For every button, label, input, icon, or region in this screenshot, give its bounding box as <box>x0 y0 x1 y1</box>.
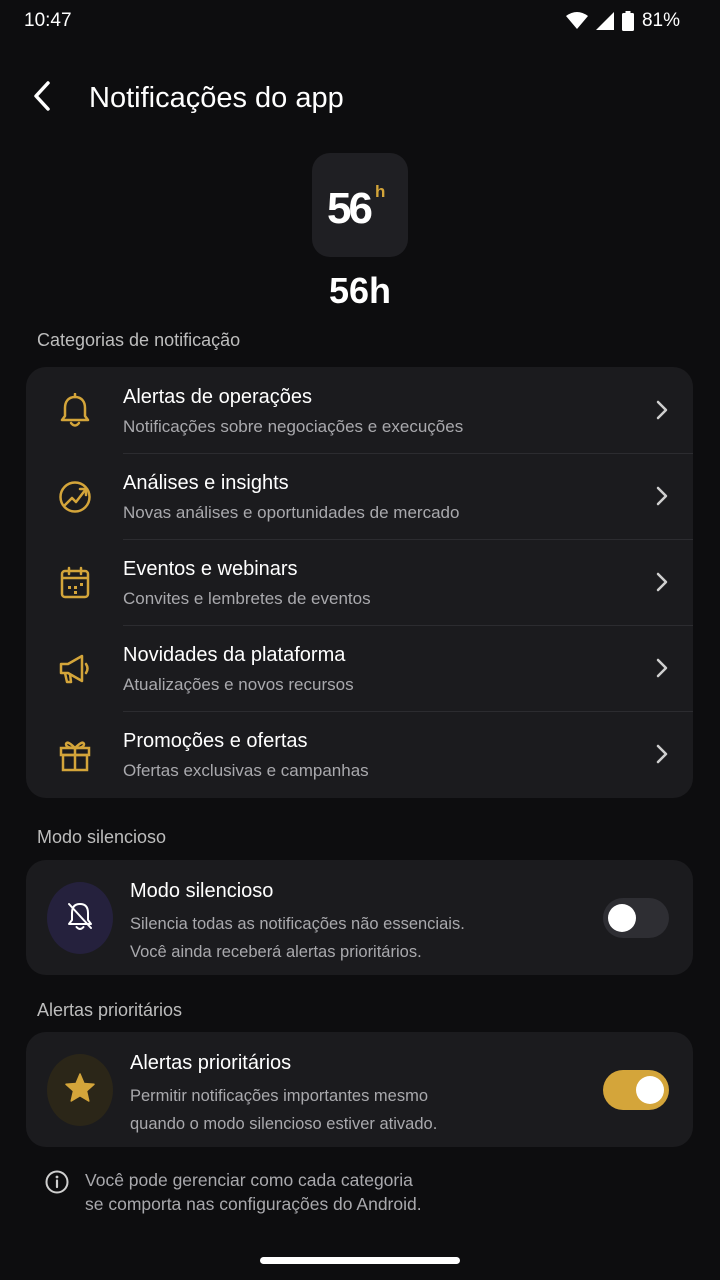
priority-alerts-desc-line2: quando o modo silencioso estiver ativado… <box>130 1115 438 1133</box>
silent-mode-description: Silencia todas as notificações não essen… <box>130 910 465 966</box>
app-logo: 56 h <box>312 153 408 257</box>
bell-icon <box>56 392 94 430</box>
priority-alerts-icon-bg <box>47 1054 113 1126</box>
category-row-events[interactable]: Eventos e webinars Convites e lembretes … <box>26 539 693 625</box>
priority-alerts-card: Alertas prioritários Permitir notificaçõ… <box>26 1032 693 1147</box>
battery-icon <box>621 11 634 31</box>
silent-mode-icon-bg <box>47 882 113 954</box>
battery-percent: 81% <box>641 10 680 31</box>
status-icons: 81% <box>565 10 680 32</box>
status-bar: 10:47 81% <box>0 0 720 42</box>
chevron-right-icon <box>653 744 671 764</box>
notification-settings-screen: 10:47 81% Notificações do app 56 h 56h C… <box>0 0 720 1280</box>
info-icon <box>45 1170 69 1194</box>
home-indicator[interactable] <box>260 1257 460 1264</box>
category-row-insights[interactable]: Análises e insights Novas análises e opo… <box>26 453 693 539</box>
info-note: Você pode gerenciar como cada categoria … <box>45 1168 685 1216</box>
chevron-right-icon <box>653 400 671 420</box>
priority-alerts-toggle[interactable] <box>603 1070 669 1110</box>
priority-alerts-section-label: Alertas prioritários <box>37 1000 183 1020</box>
priority-alerts-description: Permitir notificações importantes mesmo … <box>130 1082 437 1138</box>
category-row-promotions[interactable]: Promoções e ofertas Ofertas exclusivas e… <box>26 711 693 797</box>
silent-mode-title: Modo silencioso <box>130 880 274 902</box>
category-title: Promoções e ofertas <box>123 730 308 752</box>
info-line2: se comporta nas configurações do Android… <box>85 1194 422 1214</box>
category-subtitle: Novas análises e oportunidades de mercad… <box>123 503 460 522</box>
status-time: 10:47 <box>24 10 72 31</box>
toggle-knob <box>636 1076 664 1104</box>
info-line1: Você pode gerenciar como cada categoria <box>85 1170 413 1190</box>
app-name: 56h <box>328 270 392 311</box>
page-title: Notificações do app <box>89 81 344 114</box>
category-row-trade-alerts[interactable]: Alertas de operações Notificações sobre … <box>26 367 693 453</box>
info-text: Você pode gerenciar como cada categoria … <box>85 1168 422 1216</box>
app-bar: Notificações do app <box>0 68 720 128</box>
gift-icon <box>56 736 94 774</box>
categories-card: Alertas de operações Notificações sobre … <box>26 367 693 798</box>
category-row-platform-news[interactable]: Novidades da plataforma Atualizações e n… <box>26 625 693 711</box>
chevron-right-icon <box>653 572 671 592</box>
silent-mode-toggle[interactable] <box>603 898 669 938</box>
priority-alerts-desc-line1: Permitir notificações importantes mesmo <box>130 1087 429 1105</box>
bell-off-icon <box>65 900 95 937</box>
categories-section-label: Categorias de notificação <box>37 330 241 350</box>
category-subtitle: Atualizações e novos recursos <box>123 675 354 694</box>
star-icon <box>64 1072 96 1109</box>
silent-mode-desc-line1: Silencia todas as notificações não essen… <box>130 915 465 933</box>
toggle-knob <box>608 904 636 932</box>
chevron-right-icon <box>653 658 671 678</box>
silent-mode-desc-line2: Você ainda receberá alertas prioritários… <box>130 943 422 961</box>
category-title: Novidades da plataforma <box>123 644 346 666</box>
app-logo-sup: h <box>375 182 385 201</box>
category-title: Alertas de operações <box>123 386 313 408</box>
megaphone-icon <box>56 650 94 688</box>
wifi-icon <box>565 12 588 30</box>
category-subtitle: Notificações sobre negociações e execuçõ… <box>123 417 464 436</box>
category-subtitle: Convites e lembretes de eventos <box>123 589 371 608</box>
calendar-icon <box>56 564 94 602</box>
back-button[interactable] <box>18 74 66 122</box>
category-title: Análises e insights <box>123 472 289 494</box>
silent-mode-section-label: Modo silencioso <box>37 827 167 847</box>
priority-alerts-title: Alertas prioritários <box>130 1052 292 1074</box>
chevron-right-icon <box>653 486 671 506</box>
silent-mode-card: Modo silencioso Silencia todas as notifi… <box>26 860 693 975</box>
app-logo-text: 56 <box>327 184 371 233</box>
trend-icon <box>56 478 94 516</box>
back-arrow-icon <box>32 80 52 117</box>
category-subtitle: Ofertas exclusivas e campanhas <box>123 761 369 780</box>
category-title: Eventos e webinars <box>123 558 298 580</box>
signal-icon <box>595 12 614 30</box>
